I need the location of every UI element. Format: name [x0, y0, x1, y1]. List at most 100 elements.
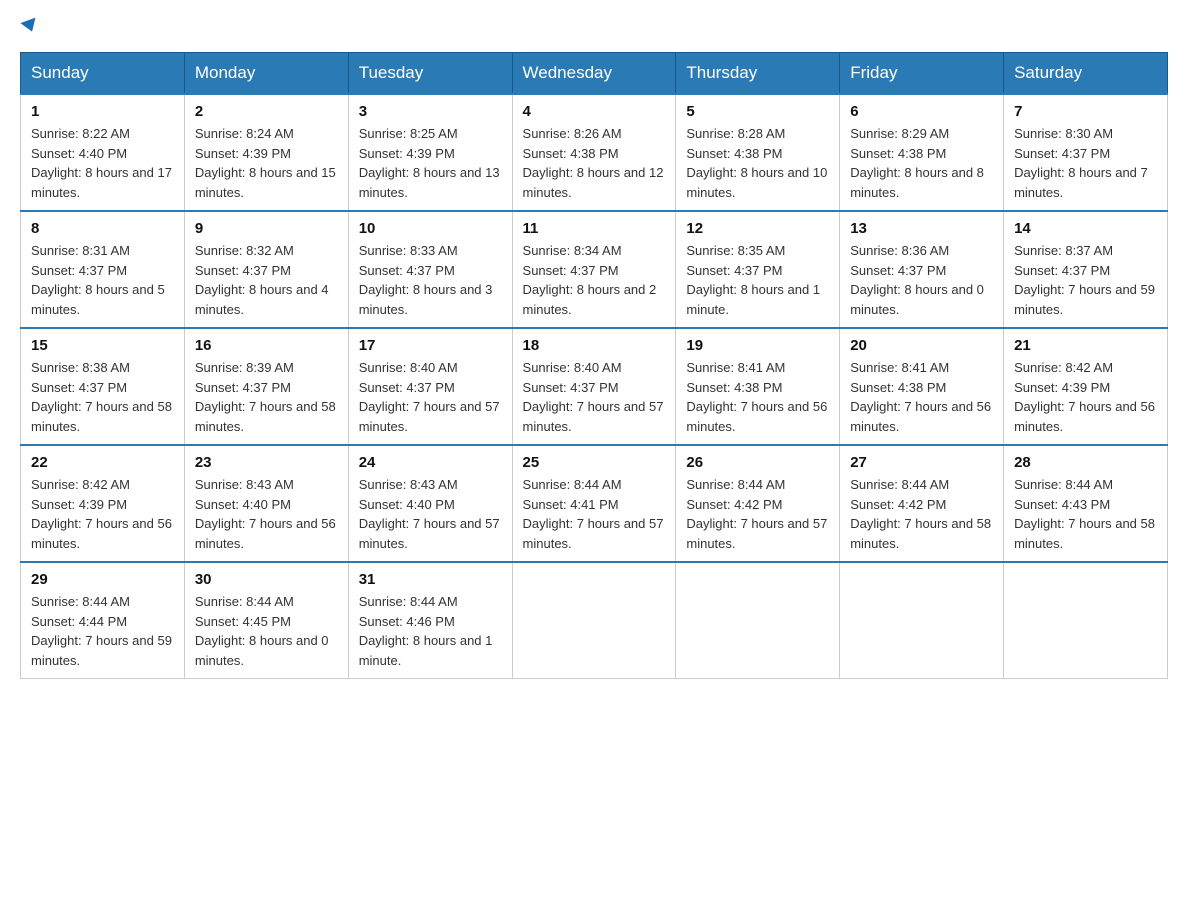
calendar-cell: 24 Sunrise: 8:43 AMSunset: 4:40 PMDayligh…	[348, 445, 512, 562]
day-number: 31	[359, 571, 502, 588]
day-info: Sunrise: 8:29 AMSunset: 4:38 PMDaylight:…	[850, 124, 993, 202]
day-number: 28	[1014, 454, 1157, 471]
day-info: Sunrise: 8:40 AMSunset: 4:37 PMDaylight:…	[359, 358, 502, 436]
logo	[20, 20, 38, 32]
day-info: Sunrise: 8:22 AMSunset: 4:40 PMDaylight:…	[31, 124, 174, 202]
calendar-cell	[840, 562, 1004, 679]
day-info: Sunrise: 8:31 AMSunset: 4:37 PMDaylight:…	[31, 241, 174, 319]
day-info: Sunrise: 8:35 AMSunset: 4:37 PMDaylight:…	[686, 241, 829, 319]
calendar-cell: 27Sunrise: 8:44 AMSunset: 4:42 PMDayligh…	[840, 445, 1004, 562]
day-info: Sunrise: 8:26 AMSunset: 4:38 PMDaylight:…	[523, 124, 666, 202]
day-info: Sunrise: 8:44 AMSunset: 4:41 PMDaylight:…	[523, 475, 666, 553]
day-info: Sunrise: 8:37 AMSunset: 4:37 PMDaylight:…	[1014, 241, 1157, 319]
day-number: 16	[195, 337, 338, 354]
calendar-cell: 10 Sunrise: 8:33 AMSunset: 4:37 PMDayligh…	[348, 211, 512, 328]
page-header	[20, 20, 1168, 32]
day-number: 12	[686, 220, 829, 237]
day-info: Sunrise: 8:38 AMSunset: 4:37 PMDaylight:…	[31, 358, 174, 436]
calendar-cell: 4 Sunrise: 8:26 AMSunset: 4:38 PMDaylight…	[512, 94, 676, 211]
day-info: Sunrise: 8:41 AMSunset: 4:38 PMDaylight:…	[686, 358, 829, 436]
calendar-cell: 28 Sunrise: 8:44 AMSunset: 4:43 PMDayligh…	[1004, 445, 1168, 562]
calendar-cell: 11 Sunrise: 8:34 AMSunset: 4:37 PMDayligh…	[512, 211, 676, 328]
day-number: 7	[1014, 103, 1157, 120]
day-info: Sunrise: 8:34 AMSunset: 4:37 PMDaylight:…	[523, 241, 666, 319]
day-info: Sunrise: 8:25 AMSunset: 4:39 PMDaylight:…	[359, 124, 502, 202]
calendar-cell: 17Sunrise: 8:40 AMSunset: 4:37 PMDayligh…	[348, 328, 512, 445]
day-number: 24	[359, 454, 502, 471]
day-number: 3	[359, 103, 502, 120]
header-friday: Friday	[840, 53, 1004, 95]
day-number: 30	[195, 571, 338, 588]
calendar-cell: 21 Sunrise: 8:42 AMSunset: 4:39 PMDayligh…	[1004, 328, 1168, 445]
day-info: Sunrise: 8:42 AMSunset: 4:39 PMDaylight:…	[1014, 358, 1157, 436]
calendar-cell: 25 Sunrise: 8:44 AMSunset: 4:41 PMDayligh…	[512, 445, 676, 562]
day-info: Sunrise: 8:44 AMSunset: 4:42 PMDaylight:…	[686, 475, 829, 553]
day-number: 25	[523, 454, 666, 471]
calendar-cell: 29 Sunrise: 8:44 AMSunset: 4:44 PMDayligh…	[21, 562, 185, 679]
calendar-cell: 14 Sunrise: 8:37 AMSunset: 4:37 PMDayligh…	[1004, 211, 1168, 328]
calendar-cell	[512, 562, 676, 679]
day-info: Sunrise: 8:44 AMSunset: 4:45 PMDaylight:…	[195, 592, 338, 670]
calendar-cell: 2 Sunrise: 8:24 AMSunset: 4:39 PMDaylight…	[184, 94, 348, 211]
calendar-cell	[676, 562, 840, 679]
day-info: Sunrise: 8:42 AMSunset: 4:39 PMDaylight:…	[31, 475, 174, 553]
day-info: Sunrise: 8:39 AMSunset: 4:37 PMDaylight:…	[195, 358, 338, 436]
calendar-cell: 9 Sunrise: 8:32 AMSunset: 4:37 PMDaylight…	[184, 211, 348, 328]
day-number: 5	[686, 103, 829, 120]
day-info: Sunrise: 8:33 AMSunset: 4:37 PMDaylight:…	[359, 241, 502, 319]
calendar-header-row: SundayMondayTuesdayWednesdayThursdayFrid…	[21, 53, 1168, 95]
day-number: 9	[195, 220, 338, 237]
header-tuesday: Tuesday	[348, 53, 512, 95]
calendar-cell: 23 Sunrise: 8:43 AMSunset: 4:40 PMDayligh…	[184, 445, 348, 562]
calendar-week-4: 22 Sunrise: 8:42 AMSunset: 4:39 PMDayligh…	[21, 445, 1168, 562]
day-info: Sunrise: 8:32 AMSunset: 4:37 PMDaylight:…	[195, 241, 338, 319]
calendar-cell: 16 Sunrise: 8:39 AMSunset: 4:37 PMDayligh…	[184, 328, 348, 445]
day-number: 4	[523, 103, 666, 120]
day-number: 13	[850, 220, 993, 237]
day-number: 22	[31, 454, 174, 471]
day-number: 14	[1014, 220, 1157, 237]
day-info: Sunrise: 8:30 AMSunset: 4:37 PMDaylight:…	[1014, 124, 1157, 202]
calendar-cell: 1Sunrise: 8:22 AMSunset: 4:40 PMDaylight…	[21, 94, 185, 211]
day-info: Sunrise: 8:41 AMSunset: 4:38 PMDaylight:…	[850, 358, 993, 436]
day-number: 8	[31, 220, 174, 237]
calendar-cell	[1004, 562, 1168, 679]
day-number: 6	[850, 103, 993, 120]
day-info: Sunrise: 8:36 AMSunset: 4:37 PMDaylight:…	[850, 241, 993, 319]
day-info: Sunrise: 8:44 AMSunset: 4:44 PMDaylight:…	[31, 592, 174, 670]
logo-triangle-icon	[20, 18, 39, 35]
calendar-week-5: 29 Sunrise: 8:44 AMSunset: 4:44 PMDayligh…	[21, 562, 1168, 679]
day-number: 19	[686, 337, 829, 354]
calendar-cell: 12 Sunrise: 8:35 AMSunset: 4:37 PMDayligh…	[676, 211, 840, 328]
calendar-cell: 6 Sunrise: 8:29 AMSunset: 4:38 PMDaylight…	[840, 94, 1004, 211]
day-number: 23	[195, 454, 338, 471]
header-saturday: Saturday	[1004, 53, 1168, 95]
calendar-table: SundayMondayTuesdayWednesdayThursdayFrid…	[20, 52, 1168, 679]
calendar-week-1: 1Sunrise: 8:22 AMSunset: 4:40 PMDaylight…	[21, 94, 1168, 211]
day-info: Sunrise: 8:44 AMSunset: 4:42 PMDaylight:…	[850, 475, 993, 553]
header-wednesday: Wednesday	[512, 53, 676, 95]
day-number: 20	[850, 337, 993, 354]
calendar-cell: 5 Sunrise: 8:28 AMSunset: 4:38 PMDaylight…	[676, 94, 840, 211]
calendar-week-2: 8 Sunrise: 8:31 AMSunset: 4:37 PMDaylight…	[21, 211, 1168, 328]
calendar-cell: 30 Sunrise: 8:44 AMSunset: 4:45 PMDayligh…	[184, 562, 348, 679]
calendar-cell: 18Sunrise: 8:40 AMSunset: 4:37 PMDayligh…	[512, 328, 676, 445]
day-number: 26	[686, 454, 829, 471]
header-thursday: Thursday	[676, 53, 840, 95]
calendar-cell: 26 Sunrise: 8:44 AMSunset: 4:42 PMDayligh…	[676, 445, 840, 562]
day-info: Sunrise: 8:43 AMSunset: 4:40 PMDaylight:…	[359, 475, 502, 553]
day-info: Sunrise: 8:28 AMSunset: 4:38 PMDaylight:…	[686, 124, 829, 202]
day-info: Sunrise: 8:43 AMSunset: 4:40 PMDaylight:…	[195, 475, 338, 553]
calendar-week-3: 15 Sunrise: 8:38 AMSunset: 4:37 PMDayligh…	[21, 328, 1168, 445]
day-info: Sunrise: 8:24 AMSunset: 4:39 PMDaylight:…	[195, 124, 338, 202]
day-number: 11	[523, 220, 666, 237]
day-info: Sunrise: 8:44 AMSunset: 4:43 PMDaylight:…	[1014, 475, 1157, 553]
day-number: 21	[1014, 337, 1157, 354]
calendar-cell: 20 Sunrise: 8:41 AMSunset: 4:38 PMDayligh…	[840, 328, 1004, 445]
day-number: 15	[31, 337, 174, 354]
day-number: 29	[31, 571, 174, 588]
day-info: Sunrise: 8:40 AMSunset: 4:37 PMDaylight:…	[523, 358, 666, 436]
day-number: 10	[359, 220, 502, 237]
calendar-cell: 3 Sunrise: 8:25 AMSunset: 4:39 PMDaylight…	[348, 94, 512, 211]
day-number: 2	[195, 103, 338, 120]
